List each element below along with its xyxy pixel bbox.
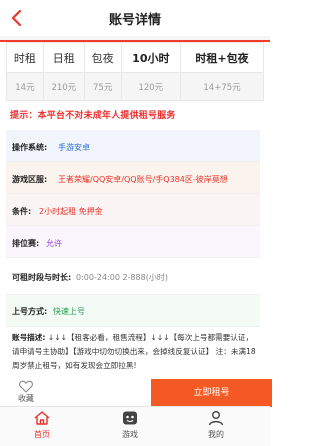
price-value-daily: 210元 [42, 72, 85, 101]
page-title: 账号详情 [108, 13, 161, 28]
bottom-tab-bar: 首页 游戏 我的 [0, 406, 270, 446]
price-value-overnight: 75元 [83, 72, 122, 101]
rent-price-table: 时租 日租 包夜 10小时 时租+包夜 14元 210元 75元 120元 14… [6, 42, 264, 101]
detail-row-time: 可租时段与时长: 0:00-24:00 2-888(小时) [6, 258, 260, 295]
price-header-overnight: 包夜 [83, 42, 122, 73]
detail-value: 0:00-24:00 2-888(小时) [76, 273, 168, 282]
detail-row-system: 操作系统: 手游安卓 [6, 130, 260, 162]
detail-value: 王者荣耀/QQ安卓/QQ账号/手Q384区-彼岸莫想 [58, 175, 228, 184]
detail-value: 快速上号 [53, 307, 85, 316]
detail-row-login: 上号方式: 快速上号 [6, 295, 260, 327]
price-value-hourly: 14元 [6, 72, 44, 101]
favorite-label: 收藏 [18, 394, 34, 403]
detail-value: 2小时起租 免押金 [39, 207, 103, 216]
profile-icon [208, 411, 224, 426]
detail-row-condition: 条件: 2小时起租 免押金 [6, 194, 260, 226]
home-icon [34, 411, 50, 425]
game-icon [123, 411, 137, 425]
account-description: 账号描述: ↓↓↓【租客必看，租售流程】↓↓↓【每次上号都需要认证，请申请号主协… [12, 331, 260, 373]
detail-label: 上号方式: [12, 307, 48, 316]
detail-row-zone: 游戏区服: 王者荣耀/QQ安卓/QQ账号/手Q384区-彼岸莫想 [6, 162, 260, 194]
detail-value: 手游安卓 [58, 143, 90, 152]
detail-row-ranked: 排位赛: 允许 [6, 226, 260, 258]
top-bar: 账号详情 [0, 0, 270, 36]
tab-label: 首页 [34, 430, 50, 439]
tab-home[interactable]: 首页 [22, 410, 62, 440]
minor-notice: 提示：本平台不对未成年人提供租号服务 [10, 111, 176, 121]
price-header-daily: 日租 [42, 42, 85, 73]
tab-label: 我的 [208, 430, 224, 439]
tab-game[interactable]: 游戏 [110, 410, 150, 440]
price-header-hourly: 时租 [6, 42, 44, 73]
detail-label: 条件: [12, 207, 32, 216]
tab-label: 游戏 [122, 430, 138, 439]
price-value-combo: 14+75元 [180, 72, 264, 101]
description-label: 账号描述: [12, 333, 46, 342]
detail-label: 可租时段与时长: [12, 273, 72, 282]
favorite-button[interactable]: 收藏 [11, 380, 41, 406]
rent-now-button[interactable]: 立即租号 [151, 379, 272, 407]
description-text: ↓↓↓【租客必看，租售流程】↓↓↓【每次上号都需要认证，请申请号主协助】【游戏中… [12, 333, 256, 370]
detail-value: 允许 [46, 239, 62, 248]
tab-profile[interactable]: 我的 [196, 410, 236, 440]
detail-label: 排位赛: [12, 239, 40, 248]
detail-label: 游戏区服: [12, 175, 48, 184]
price-header-10h: 10小时 [120, 42, 182, 73]
price-value-10h: 120元 [120, 72, 182, 101]
heart-icon [19, 380, 33, 393]
price-header-combo: 时租+包夜 [180, 42, 264, 73]
detail-label: 操作系统: [12, 143, 48, 152]
